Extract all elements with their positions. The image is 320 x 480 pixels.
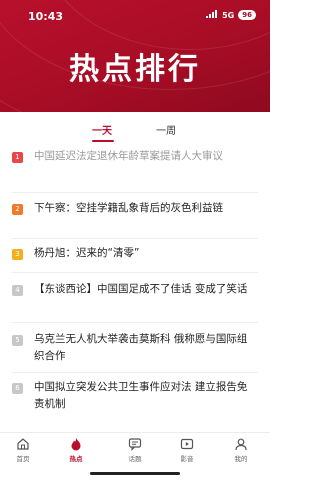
nav-topics[interactable]: 话题 [115, 437, 155, 463]
period-tabs: 一天 一周 [0, 118, 270, 144]
list-item[interactable]: 6 中国拟立突发公共卫生事件应对法 建立报告免责机制 [0, 378, 270, 418]
list-item[interactable]: 2 下午察：空挂学籍乱象背后的灰色利益链 [0, 198, 270, 238]
home-indicator [90, 472, 180, 475]
divider [12, 322, 258, 323]
divider [12, 272, 258, 273]
hero-banner: 10:43 5G 96 热点排行 [0, 0, 270, 112]
list-item-title: 乌克兰无人机大举袭击莫斯科 俄称愿与国际组织合作 [34, 333, 248, 362]
person-icon [221, 437, 261, 451]
fire-icon [56, 437, 96, 451]
status-time: 10:43 [28, 10, 64, 23]
play-icon [167, 437, 207, 451]
list-item[interactable]: 4 【东谈西论】中国国足成不了佳话 变成了笑话 [0, 280, 270, 320]
nav-label: 话题 [128, 455, 142, 463]
list-item-title: 下午察：空挂学籍乱象背后的灰色利益链 [34, 202, 223, 214]
status-indicators: 5G 96 [206, 10, 256, 20]
signal-icon [206, 10, 218, 20]
list-item[interactable]: 1 中国延迟法定退休年龄草案提请人大审议 [0, 146, 270, 188]
nav-profile[interactable]: 我的 [221, 437, 261, 463]
list-item-title: 中国延迟法定退休年龄草案提请人大审议 [34, 150, 223, 162]
network-label: 5G [222, 10, 235, 20]
divider [12, 238, 258, 239]
status-bar: 10:43 5G 96 [0, 0, 270, 30]
rank-badge: 2 [12, 204, 23, 215]
rank-badge: 4 [12, 285, 23, 296]
nav-hot[interactable]: 热点 [56, 437, 96, 463]
home-icon [3, 437, 43, 451]
nav-label: 我的 [234, 455, 248, 463]
battery-icon: 96 [238, 10, 256, 20]
rank-badge: 5 [12, 335, 23, 346]
list-item-title: 杨丹旭：迟来的“清零” [34, 247, 140, 259]
rank-badge: 3 [12, 249, 23, 260]
nav-label: 首页 [16, 455, 30, 463]
nav-home[interactable]: 首页 [3, 437, 43, 463]
divider [12, 192, 258, 193]
nav-label: 热点 [69, 455, 83, 463]
rank-badge: 6 [12, 383, 23, 394]
list-item-title: 【东谈西论】中国国足成不了佳话 变成了笑话 [34, 283, 248, 295]
divider [12, 372, 258, 373]
list-item[interactable]: 3 杨丹旭：迟来的“清零” [0, 244, 270, 268]
page-title: 热点排行 [69, 52, 201, 87]
tab-day[interactable]: 一天 [92, 122, 112, 137]
rank-badge: 1 [12, 152, 23, 163]
tab-week[interactable]: 一周 [156, 122, 176, 137]
chat-icon [115, 437, 155, 451]
tab-active-indicator [92, 140, 114, 142]
nav-label: 影音 [180, 455, 194, 463]
list-item-title: 中国拟立突发公共卫生事件应对法 建立报告免责机制 [34, 381, 248, 410]
nav-media[interactable]: 影音 [167, 437, 207, 463]
list-item[interactable]: 5 乌克兰无人机大举袭击莫斯科 俄称愿与国际组织合作 [0, 330, 270, 370]
